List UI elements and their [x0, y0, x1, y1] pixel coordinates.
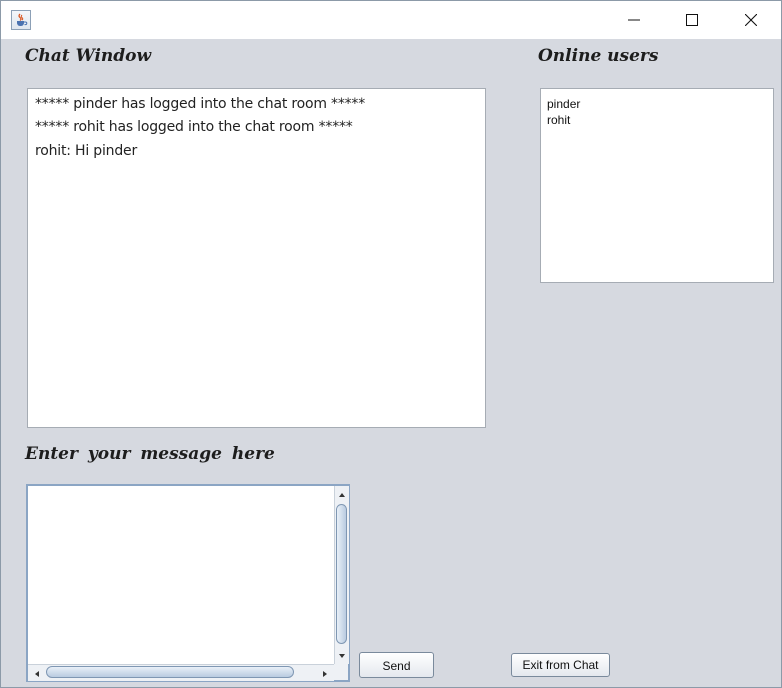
scroll-down-arrow-icon[interactable] — [335, 648, 349, 662]
horizontal-scrollbar[interactable] — [28, 664, 334, 681]
online-users-heading: Online users — [538, 46, 659, 66]
user-item-pinder[interactable]: pinder — [547, 97, 580, 111]
chat-line: rohit: Hi pinder — [35, 143, 138, 159]
java-cup-icon[interactable] — [11, 10, 31, 30]
scroll-right-arrow-icon[interactable] — [318, 666, 332, 680]
minimize-icon — [628, 19, 640, 21]
chat-line: ***** rohit has logged into the chat roo… — [35, 119, 353, 135]
chat-line: ***** pinder has logged into the chat ro… — [35, 96, 366, 112]
maximize-icon — [686, 14, 698, 26]
horizontal-scroll-thumb[interactable] — [46, 666, 294, 678]
chat-log[interactable]: ***** pinder has logged into the chat ro… — [27, 88, 486, 428]
scroll-up-arrow-icon[interactable] — [335, 487, 349, 501]
exit-chat-button[interactable]: Exit from Chat — [511, 653, 610, 677]
vertical-scroll-thumb[interactable] — [336, 504, 347, 644]
maximize-button[interactable] — [663, 1, 721, 39]
online-users-list[interactable]: pinder rohit — [540, 88, 774, 283]
chat-window-heading: Chat Window — [25, 46, 152, 66]
chat-window-frame: Chat Window Online users ***** pinder ha… — [0, 0, 782, 688]
enter-message-heading: Enter your message here — [25, 444, 275, 464]
close-icon — [745, 14, 757, 26]
user-item-rohit[interactable]: rohit — [547, 113, 570, 127]
message-input[interactable] — [28, 486, 333, 664]
title-bar[interactable] — [1, 1, 781, 39]
scroll-left-arrow-icon[interactable] — [30, 666, 44, 680]
minimize-button[interactable] — [605, 1, 663, 39]
scroll-corner — [334, 664, 348, 680]
send-button[interactable]: Send — [359, 652, 434, 678]
message-scroll-pane — [26, 484, 350, 682]
vertical-scrollbar[interactable] — [334, 486, 349, 664]
close-button[interactable] — [722, 1, 780, 39]
